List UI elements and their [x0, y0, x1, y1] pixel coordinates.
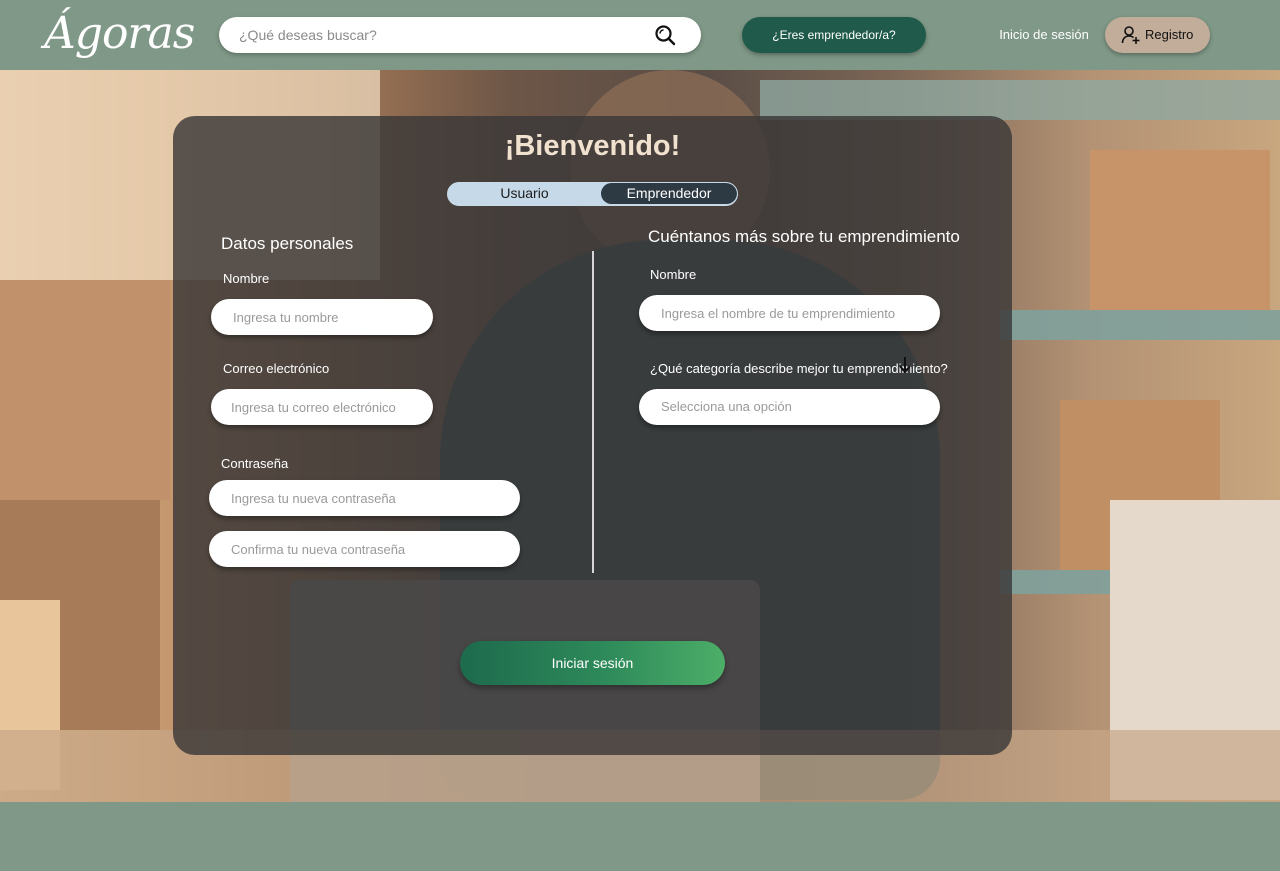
- name-label: Nombre: [223, 271, 270, 286]
- mouse-cursor-icon: [899, 357, 911, 373]
- password-field[interactable]: [209, 480, 520, 516]
- business-section-title: Cuéntanos más sobre tu emprendimiento: [648, 227, 960, 246]
- search-bar: [219, 17, 701, 53]
- search-input[interactable]: [239, 17, 659, 53]
- business-name-label: Nombre: [650, 267, 697, 282]
- password-confirm-field[interactable]: [209, 531, 520, 567]
- registration-card: ¡Bienvenido! Usuario Emprendedor Datos p…: [173, 116, 1012, 755]
- column-divider: [592, 251, 594, 573]
- email-label: Correo electrónico: [223, 361, 330, 376]
- search-icon[interactable]: [654, 24, 676, 46]
- business-name-field[interactable]: [639, 295, 940, 331]
- account-type-toggle: Usuario Emprendedor: [447, 182, 738, 206]
- background-box: [0, 280, 170, 500]
- agoras-logo[interactable]: Ágoras: [44, 2, 195, 66]
- add-user-icon: [1121, 26, 1140, 44]
- submit-login-button[interactable]: Iniciar sesión: [460, 641, 725, 685]
- personal-data-title: Datos personales: [221, 234, 354, 253]
- toggle-option-user[interactable]: Usuario: [448, 183, 601, 204]
- page-footer: [0, 802, 1280, 871]
- email-field[interactable]: [211, 389, 433, 425]
- background-shelf: [760, 80, 1280, 120]
- entrepreneur-button[interactable]: ¿Eres emprendedor/a?: [742, 17, 926, 53]
- register-button-label: Registro: [1145, 27, 1194, 42]
- category-select[interactable]: Selecciona una opción: [639, 389, 940, 425]
- password-label: Contraseña: [221, 456, 289, 471]
- toggle-option-entrepreneur[interactable]: Emprendedor: [601, 183, 737, 204]
- name-field[interactable]: [211, 299, 433, 335]
- login-link[interactable]: Inicio de sesión: [996, 17, 1092, 53]
- register-button[interactable]: Registro: [1105, 17, 1210, 53]
- welcome-title: ¡Bienvenido!: [504, 130, 681, 162]
- background-box: [1090, 150, 1270, 310]
- top-navbar: Ágoras ¿Eres emprendedor/a? Inicio de se…: [0, 0, 1280, 70]
- background-shelf: [1000, 310, 1280, 340]
